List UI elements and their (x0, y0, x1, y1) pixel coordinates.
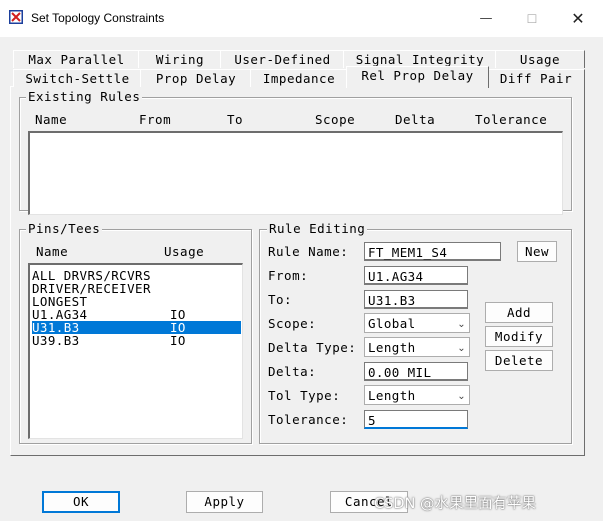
to-label: To: (268, 292, 293, 307)
delta-label: Delta: (268, 364, 317, 379)
column-header-scope[interactable]: Scope (315, 112, 355, 127)
pin-usage: IO (170, 333, 186, 348)
tol-type-value: Length (368, 388, 416, 403)
column-header-pin-name[interactable]: Name (36, 244, 68, 259)
tab-usage[interactable]: Usage (495, 50, 585, 68)
new-button[interactable]: New (517, 241, 557, 262)
apply-button[interactable]: Apply (186, 491, 263, 513)
tab-prop-delay[interactable]: Prop Delay (140, 69, 252, 87)
tab-wiring[interactable]: Wiring (138, 50, 222, 68)
from-label: From: (268, 268, 309, 283)
watermark-text: CSDN @水果里面有苹果 (374, 496, 536, 512)
rule-editing-label: Rule Editing (267, 221, 368, 236)
column-header-name[interactable]: Name (35, 112, 67, 127)
delta-field[interactable]: 0.00 MIL (364, 362, 468, 381)
existing-rules-list[interactable] (28, 131, 563, 215)
tol-type-label: Tol Type: (268, 388, 341, 403)
maximize-button[interactable]: ☐ (509, 0, 555, 37)
add-button[interactable]: Add (485, 302, 553, 323)
close-icon: ✕ (571, 9, 585, 28)
pins-tees-list[interactable]: ALL DRVRS/RCVRS DRIVER/RECEIVER LONGEST … (28, 263, 243, 439)
rule-name-field[interactable]: FT_MEM1_S4 (364, 242, 501, 261)
chevron-down-icon: ⌄ (457, 343, 466, 354)
rule-name-label: Rule Name: (268, 244, 349, 259)
column-header-tolerance[interactable]: Tolerance (475, 112, 547, 127)
delete-button[interactable]: Delete (485, 350, 553, 371)
column-header-to[interactable]: To (227, 112, 243, 127)
pin-name: U39.B3 (32, 333, 80, 348)
window-title: Set Topology Constraints (31, 11, 165, 25)
pins-tees-label: Pins/Tees (26, 221, 103, 236)
tol-type-select[interactable]: Length ⌄ (364, 385, 470, 405)
tab-max-parallel[interactable]: Max Parallel (13, 50, 140, 68)
delta-type-select[interactable]: Length ⌄ (364, 337, 470, 357)
tab-switch-settle[interactable]: Switch-Settle (13, 69, 142, 87)
minimize-button[interactable]: — (463, 0, 509, 37)
tab-diff-pair[interactable]: Diff Pair (487, 69, 585, 87)
close-button[interactable]: ✕ (555, 0, 601, 37)
column-header-pin-usage[interactable]: Usage (164, 244, 204, 259)
column-header-from[interactable]: From (139, 112, 171, 127)
tab-impedance[interactable]: Impedance (250, 69, 348, 87)
to-field[interactable]: U31.B3 (364, 290, 468, 309)
tolerance-field[interactable]: 5 (364, 410, 468, 429)
tab-user-defined[interactable]: User-Defined (220, 50, 345, 68)
scope-value: Global (368, 316, 416, 331)
title-bar: Set Topology Constraints — ☐ ✕ (0, 0, 603, 37)
minimize-icon: — (479, 11, 493, 26)
chevron-down-icon: ⌄ (457, 319, 466, 330)
modify-button[interactable]: Modify (485, 326, 553, 347)
maximize-icon: ☐ (526, 11, 538, 26)
app-icon (9, 10, 23, 24)
column-header-delta[interactable]: Delta (395, 112, 435, 127)
tolerance-label: Tolerance: (268, 412, 349, 427)
delta-type-value: Length (368, 340, 416, 355)
existing-rules-label: Existing Rules (26, 89, 143, 104)
scope-select[interactable]: Global ⌄ (364, 313, 470, 333)
list-item[interactable]: U39.B3 IO (32, 334, 241, 347)
delta-type-label: Delta Type: (268, 340, 357, 355)
tab-rel-prop-delay[interactable]: Rel Prop Delay (346, 66, 489, 88)
chevron-down-icon: ⌄ (457, 391, 466, 402)
scope-label: Scope: (268, 316, 317, 331)
ok-button[interactable]: OK (42, 491, 120, 513)
from-field[interactable]: U1.AG34 (364, 266, 468, 285)
